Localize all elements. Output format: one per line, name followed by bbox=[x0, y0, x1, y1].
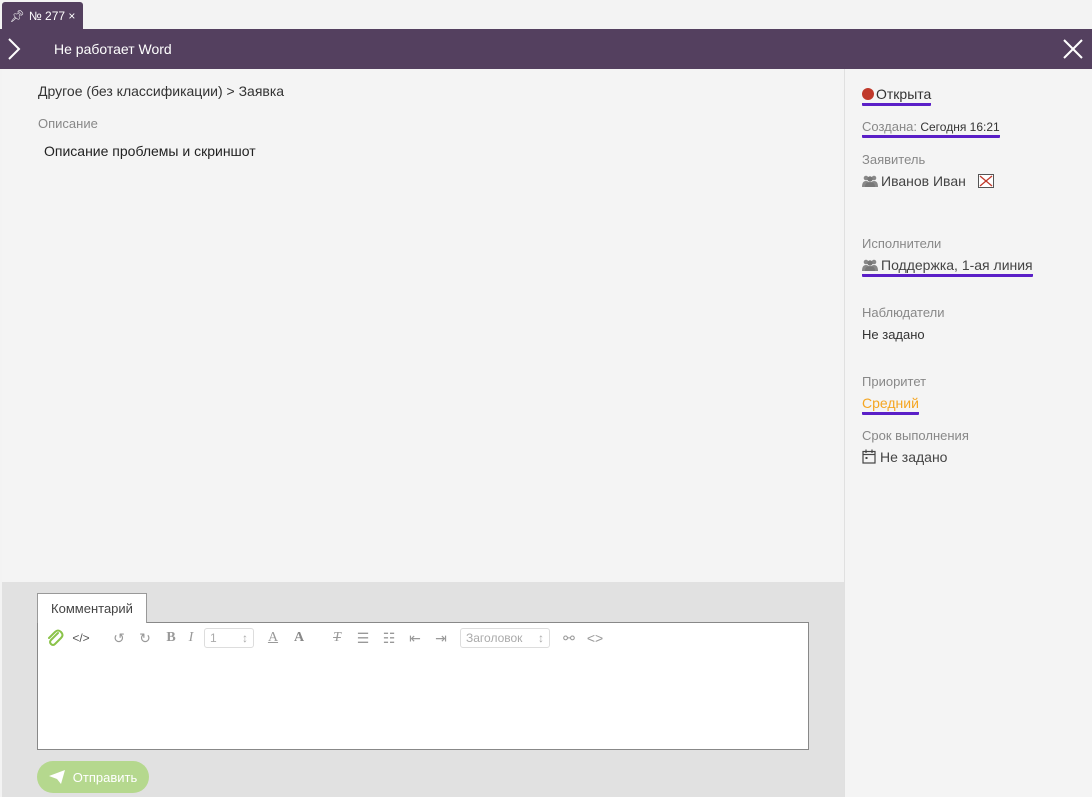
broken-image-icon bbox=[977, 174, 994, 188]
requester-label: Заявитель bbox=[862, 152, 926, 167]
created-value: Сегодня 16:21 bbox=[920, 120, 1000, 134]
priority-value: Средний bbox=[862, 395, 919, 415]
description-text[interactable]: Описание проблемы и скриншот bbox=[44, 143, 256, 159]
code-icon[interactable]: </> bbox=[68, 627, 94, 649]
indent-icon[interactable]: ⇥ bbox=[428, 627, 454, 649]
comment-editor[interactable]: </> ↺ ↻ B I 1 ↕ A A T ☰ ☷ ⇤ ⇥ Заголовок ↕ … bbox=[37, 622, 809, 750]
clear-format-icon[interactable]: T bbox=[324, 627, 350, 649]
ticket-tab[interactable]: 📌︎ № 277 × bbox=[2, 2, 83, 29]
assignees-label: Исполнители bbox=[862, 236, 942, 251]
pin-icon[interactable]: 📌︎ bbox=[10, 9, 25, 23]
calendar-icon bbox=[862, 449, 876, 464]
status-field[interactable]: Открыта bbox=[862, 86, 932, 106]
status-dot-icon bbox=[862, 88, 874, 100]
created-field: Создана: Сегодня 16:21 bbox=[862, 119, 1000, 138]
editor-toolbar: </> ↺ ↻ B I 1 ↕ A A T ☰ ☷ ⇤ ⇥ Заголовок ↕ … bbox=[42, 627, 608, 649]
status-value: Открыта bbox=[876, 86, 932, 102]
heading-select-value: Заголовок bbox=[466, 631, 523, 645]
bold-icon[interactable]: B bbox=[158, 627, 184, 649]
tab-bar: 📌︎ № 277 × bbox=[0, 0, 1092, 29]
users-icon bbox=[862, 175, 878, 187]
ticket-title: Не работает Word bbox=[54, 41, 172, 57]
comment-panel: Комментарий </> ↺ ↻ B I 1 ↕ A A T ☰ ☷ ⇤ ⇥… bbox=[2, 582, 844, 797]
requester-value: Иванов Иван bbox=[881, 173, 966, 189]
bg-color-icon[interactable]: A bbox=[286, 627, 312, 649]
watchers-value[interactable]: Не задано bbox=[862, 327, 925, 342]
outdent-icon[interactable]: ⇤ bbox=[402, 627, 428, 649]
send-label: Отправить bbox=[72, 769, 138, 785]
tab-comment[interactable]: Комментарий bbox=[37, 593, 147, 623]
updown-icon: ↕ bbox=[242, 631, 248, 645]
updown-icon: ↕ bbox=[538, 631, 544, 645]
ticket-header: Не работает Word bbox=[0, 29, 1092, 69]
deadline-value: Не задано bbox=[880, 449, 948, 465]
heading-select[interactable]: Заголовок ↕ bbox=[460, 628, 550, 648]
requester-field[interactable]: Иванов Иван bbox=[862, 173, 994, 189]
numbered-list-icon[interactable]: ☷ bbox=[376, 627, 402, 649]
ticket-main: Другое (без классификации) > Заявка Опис… bbox=[2, 69, 844, 582]
assignees-value: Поддержка, 1-ая линия bbox=[881, 257, 1033, 273]
ticket-sidebar: Открыта Создана: Сегодня 16:21 Заявитель… bbox=[844, 69, 1092, 797]
chevron-right-icon[interactable] bbox=[4, 37, 24, 61]
font-size-value: 1 bbox=[210, 631, 217, 645]
priority-label: Приоритет bbox=[862, 374, 927, 389]
description-label: Описание bbox=[38, 116, 98, 131]
link-icon[interactable]: ⚯ bbox=[556, 627, 582, 649]
users-icon bbox=[862, 259, 878, 271]
redo-icon[interactable]: ↻ bbox=[132, 627, 158, 649]
priority-field[interactable]: Средний bbox=[862, 395, 919, 415]
paperclip-icon[interactable] bbox=[42, 627, 68, 649]
send-button[interactable]: Отправить bbox=[37, 761, 149, 793]
ticket-tab-label: № 277 × bbox=[28, 8, 76, 23]
undo-icon[interactable]: ↺ bbox=[106, 627, 132, 649]
close-icon[interactable] bbox=[1062, 38, 1084, 60]
font-size-select[interactable]: 1 ↕ bbox=[204, 628, 254, 648]
deadline-label: Срок выполнения bbox=[862, 428, 969, 443]
source-code-icon[interactable]: <> bbox=[582, 627, 608, 649]
created-label: Создана: bbox=[862, 119, 917, 134]
paper-plane-icon bbox=[48, 770, 65, 784]
breadcrumb[interactable]: Другое (без классификации) > Заявка bbox=[38, 83, 284, 99]
deadline-field[interactable]: Не задано bbox=[862, 449, 947, 465]
text-color-icon[interactable]: A bbox=[260, 627, 286, 649]
italic-icon[interactable]: I bbox=[184, 627, 198, 649]
bullet-list-icon[interactable]: ☰ bbox=[350, 627, 376, 649]
watchers-label: Наблюдатели bbox=[862, 305, 945, 320]
assignees-field[interactable]: Поддержка, 1-ая линия bbox=[862, 257, 1033, 277]
